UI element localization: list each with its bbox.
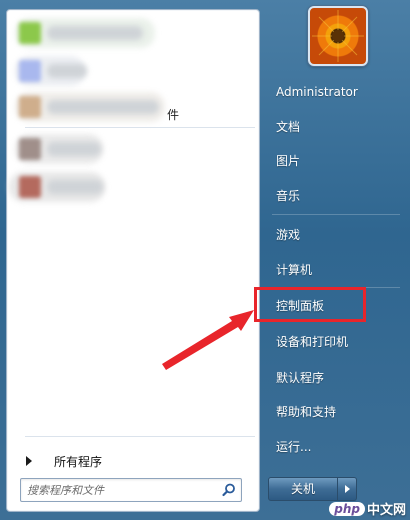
devices-and-printers-link[interactable]: 设备和打印机 <box>268 328 404 356</box>
program-icon <box>19 176 41 198</box>
user-avatar[interactable] <box>308 6 368 66</box>
highlight-box <box>254 287 366 322</box>
user-name-link[interactable]: Administrator <box>268 78 404 106</box>
pictures-link[interactable]: 图片 <box>268 147 404 175</box>
default-programs-link[interactable]: 默认程序 <box>268 364 404 392</box>
arrow-right-icon <box>344 485 350 493</box>
all-programs-label: 所有程序 <box>54 454 103 469</box>
shutdown-options-button[interactable] <box>338 477 357 501</box>
pinned-program-item[interactable] <box>15 56 255 86</box>
watermark-logo: php <box>329 501 365 516</box>
programs-pane: 件 所有程序 <box>6 9 260 512</box>
help-and-support-link[interactable]: 帮助和支持 <box>268 398 404 426</box>
shutdown-group: 关机 <box>268 477 357 501</box>
program-icon <box>19 22 41 44</box>
documents-link[interactable]: 文档 <box>268 113 404 141</box>
pinned-label-fragment: 件 <box>167 108 180 122</box>
music-link[interactable]: 音乐 <box>268 182 404 210</box>
search-box[interactable] <box>20 478 242 502</box>
flower-icon <box>312 10 364 62</box>
expand-arrow-icon <box>26 456 32 466</box>
separator <box>25 127 255 128</box>
blurred-label <box>47 26 143 40</box>
run-link[interactable]: 运行... <box>268 433 404 461</box>
search-icon[interactable] <box>221 482 237 498</box>
search-input[interactable] <box>27 479 217 501</box>
pinned-program-item[interactable] <box>15 18 255 48</box>
blurred-label <box>47 180 103 194</box>
watermark-text: 中文网 <box>366 503 406 518</box>
program-icon <box>19 138 41 160</box>
start-menu: 件 所有程序 搜索程序和文件 Administrator 文档 图片 音乐 游戏… <box>0 0 410 520</box>
shutdown-button[interactable]: 关机 <box>268 477 338 501</box>
blurred-label <box>47 142 101 156</box>
program-icon <box>19 96 41 118</box>
blurred-label <box>47 64 87 78</box>
places-pane: Administrator 文档 图片 音乐 游戏 计算机 控制面板 设备和打印… <box>262 0 410 520</box>
all-programs-button[interactable]: 所有程序 <box>19 450 255 472</box>
watermark: php 中文网 <box>329 499 406 518</box>
recent-program-item[interactable] <box>15 134 255 164</box>
separator <box>25 436 255 437</box>
pinned-program-item[interactable] <box>15 92 255 122</box>
blurred-label <box>47 100 159 114</box>
recent-program-item[interactable] <box>9 172 255 202</box>
separator <box>272 214 400 215</box>
games-link[interactable]: 游戏 <box>268 221 404 249</box>
program-icon <box>19 60 41 82</box>
computer-link[interactable]: 计算机 <box>268 256 404 284</box>
